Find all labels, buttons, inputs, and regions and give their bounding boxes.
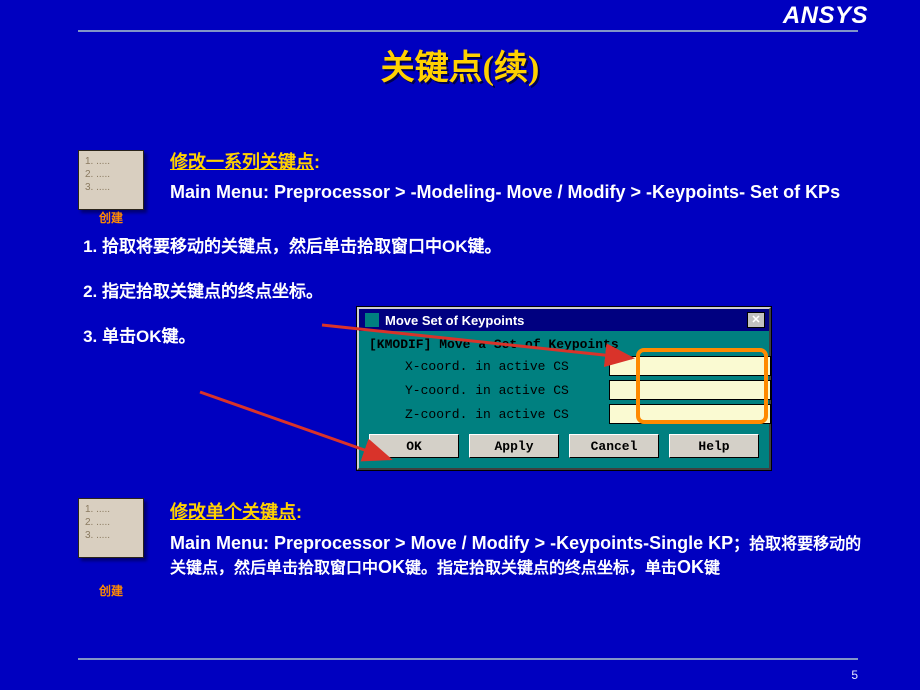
section-single-kp-wrap: 1. ..... 2. ..... 3. ..... 修改单个关键点: Main… — [78, 498, 868, 599]
section-set-of-kps: 修改一系列关键点: Main Menu: Preprocessor > -Mod… — [170, 150, 858, 205]
note-line: 2. ..... — [85, 516, 137, 529]
note-line: 1. ..... — [85, 503, 137, 516]
dialog-subheader: [KMODIF] Move a Set of Keypoints — [369, 337, 759, 352]
step-item: 单击OK键。 — [102, 326, 362, 349]
note-caption: 创建 — [78, 210, 144, 226]
coord-label: Y-coord. in active CS — [369, 383, 579, 398]
section-single-kp: 修改单个关键点: Main Menu: Preprocessor > Move … — [170, 498, 868, 578]
z-coord-input[interactable] — [609, 404, 771, 424]
note-line: 1. ..... — [85, 155, 137, 168]
coord-row-x: X-coord. in active CS — [369, 356, 759, 376]
heading-text: 修改单个关键点 — [170, 502, 296, 522]
coord-row-y: Y-coord. in active CS — [369, 380, 759, 400]
coord-row-z: Z-coord. in active CS — [369, 404, 759, 424]
heading-text: 修改一系列关键点 — [170, 152, 314, 172]
ok-button[interactable]: OK — [369, 434, 459, 458]
dialog-title: Move Set of Keypoints — [385, 313, 524, 328]
divider-bottom — [78, 658, 858, 660]
section-heading: 修改单个关键点: — [170, 498, 868, 524]
brand-logo: ANSYS — [783, 2, 868, 30]
note-card: 1. ..... 2. ..... 3. ..... — [78, 150, 144, 210]
slide-title: 关键点(续) — [0, 40, 920, 89]
system-menu-icon[interactable] — [365, 313, 379, 327]
note-card: 1. ..... 2. ..... 3. ..... — [78, 498, 144, 558]
coord-label: X-coord. in active CS — [369, 359, 579, 374]
apply-button[interactable]: Apply — [469, 434, 559, 458]
dialog-titlebar[interactable]: Move Set of Keypoints ✕ — [359, 309, 769, 331]
note-line: 2. ..... — [85, 168, 137, 181]
step-item: 指定拾取关键点的终点坐标。 — [102, 281, 362, 304]
move-keypoints-dialog: Move Set of Keypoints ✕ [KMODIF] Move a … — [357, 307, 771, 470]
section-heading: 修改一系列关键点: — [170, 150, 858, 174]
section2-body: Main Menu: Preprocessor > Move / Modify … — [170, 530, 868, 578]
menu-path: Main Menu: Preprocessor > -Modeling- Mov… — [170, 180, 858, 204]
coord-label: Z-coord. in active CS — [369, 407, 579, 422]
cancel-button[interactable]: Cancel — [569, 434, 659, 458]
help-button[interactable]: Help — [669, 434, 759, 458]
menu-path: Main Menu: Preprocessor > Move / Modify … — [170, 533, 733, 553]
page-number: 5 — [851, 668, 858, 682]
note-line: 3. ..... — [85, 529, 137, 542]
y-coord-input[interactable] — [609, 380, 771, 400]
step-item: 拾取将要移动的关键点，然后单击拾取窗口中OK键。 — [102, 236, 702, 259]
close-icon[interactable]: ✕ — [747, 312, 765, 328]
note-caption: 创建 — [78, 582, 144, 599]
divider-top — [78, 30, 858, 32]
note-line: 3. ..... — [85, 181, 137, 194]
x-coord-input[interactable] — [609, 356, 771, 376]
